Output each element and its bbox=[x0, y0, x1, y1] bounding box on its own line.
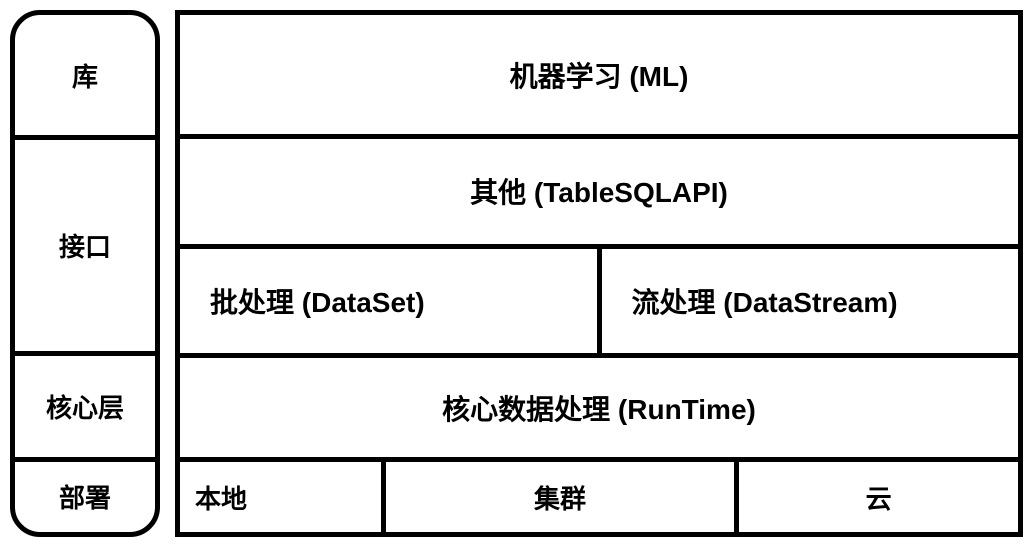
layer-label-lib: 库 bbox=[15, 15, 155, 140]
layer-label-core: 核心层 bbox=[15, 356, 155, 461]
row-core: 核心数据处理 (RunTime) bbox=[180, 358, 1018, 462]
cell-cluster: 集群 bbox=[386, 462, 739, 532]
layer-label-api: 接口 bbox=[15, 140, 155, 356]
cell-dataset: 批处理 (DataSet) bbox=[180, 249, 602, 353]
cell-ml: 机器学习 (ML) bbox=[180, 15, 1018, 134]
architecture-diagram: 库 接口 核心层 部署 机器学习 (ML) 其他 (TableSQLAPI) 批… bbox=[10, 10, 1023, 537]
cell-local: 本地 bbox=[180, 462, 386, 532]
row-api-top: 其他 (TableSQLAPI) bbox=[180, 139, 1018, 248]
layer-label-deploy: 部署 bbox=[15, 462, 155, 532]
row-deploy: 本地 集群 云 bbox=[180, 462, 1018, 532]
cell-cloud: 云 bbox=[739, 462, 1018, 532]
row-lib: 机器学习 (ML) bbox=[180, 15, 1018, 139]
cell-runtime: 核心数据处理 (RunTime) bbox=[180, 358, 1018, 457]
row-api-bottom: 批处理 (DataSet) 流处理 (DataStream) bbox=[180, 249, 1018, 358]
architecture-grid: 机器学习 (ML) 其他 (TableSQLAPI) 批处理 (DataSet)… bbox=[175, 10, 1023, 537]
cell-datastream: 流处理 (DataStream) bbox=[602, 249, 1019, 353]
layer-labels-column: 库 接口 核心层 部署 bbox=[10, 10, 160, 537]
cell-tablesql: 其他 (TableSQLAPI) bbox=[180, 139, 1018, 243]
